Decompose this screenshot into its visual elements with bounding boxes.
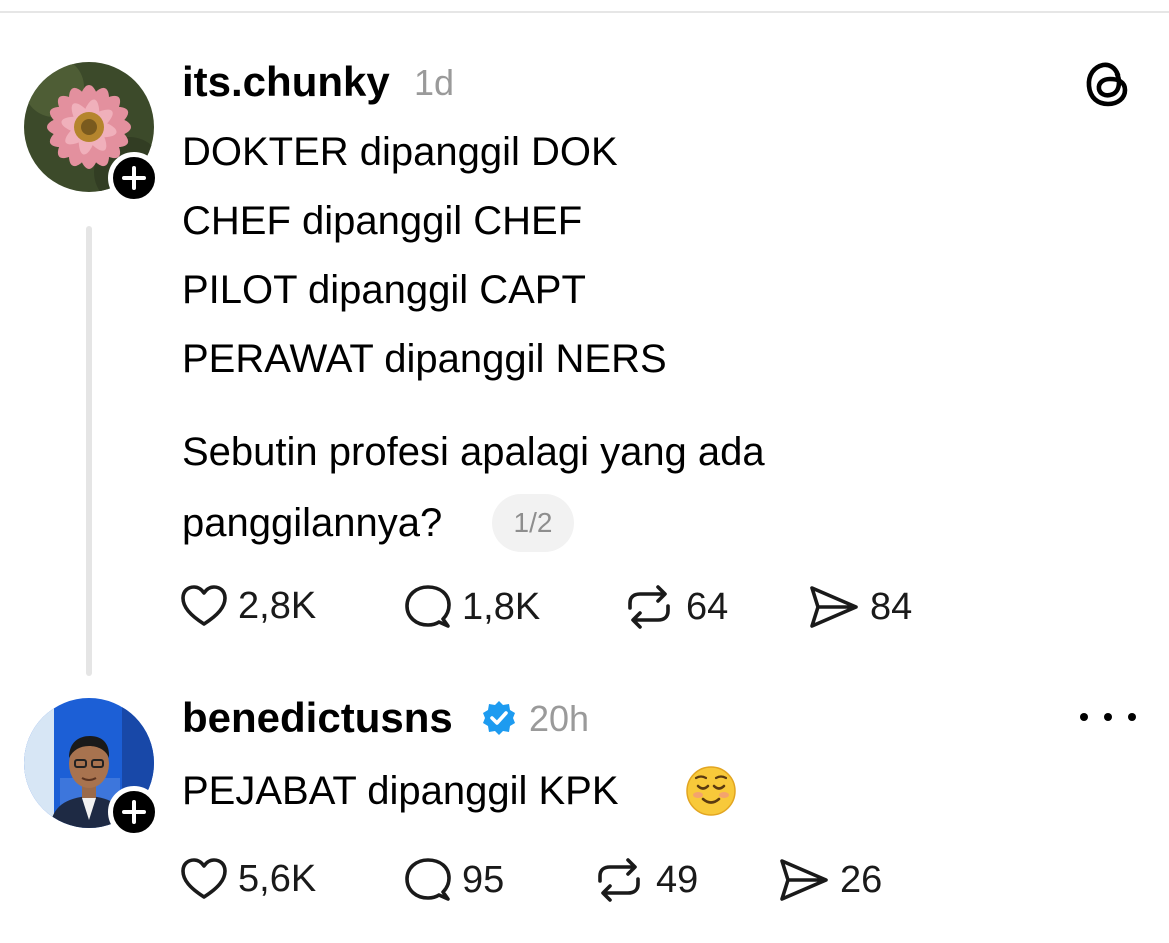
more-dot bbox=[1080, 713, 1088, 721]
verified-badge-icon bbox=[483, 701, 515, 735]
follow-reply-author-button[interactable] bbox=[108, 786, 160, 838]
threads-logo-icon[interactable] bbox=[1082, 58, 1132, 110]
comment-icon bbox=[405, 858, 451, 901]
reply-reply-count: 95 bbox=[462, 859, 505, 901]
send-icon bbox=[810, 586, 858, 628]
page-indicator[interactable]: 1/2 bbox=[492, 494, 574, 552]
reply-like-count: 5,6K bbox=[238, 858, 317, 900]
post-reply-button[interactable]: 1,8K bbox=[404, 584, 540, 630]
plus-icon bbox=[122, 800, 146, 824]
post-text-line-3: PILOT dipanggil CAPT bbox=[182, 268, 586, 312]
post-like-button[interactable]: 2,8K bbox=[180, 584, 316, 628]
reply-share-count: 26 bbox=[840, 859, 883, 901]
post-share-button[interactable]: 84 bbox=[808, 584, 912, 630]
reply-repost-count: 49 bbox=[656, 859, 699, 901]
more-dot bbox=[1128, 713, 1136, 721]
top-divider bbox=[0, 11, 1169, 13]
reply-more-options-button[interactable] bbox=[1080, 702, 1136, 732]
smiling-face-emoji bbox=[686, 766, 736, 816]
reply-like-button[interactable]: 5,6K bbox=[180, 857, 316, 901]
thread-connector-line bbox=[86, 226, 92, 676]
reply-reply-button[interactable]: 95 bbox=[404, 857, 504, 903]
post-repost-button[interactable]: 64 bbox=[622, 584, 728, 630]
post-reply-count: 1,8K bbox=[462, 586, 541, 628]
post-text-line-5: Sebutin profesi apalagi yang ada bbox=[182, 430, 765, 474]
post-repost-count: 64 bbox=[686, 586, 729, 628]
reply-repost-button[interactable]: 49 bbox=[592, 857, 698, 903]
more-dot bbox=[1104, 713, 1112, 721]
reply-timestamp: 20h bbox=[529, 698, 590, 739]
follow-author-button[interactable] bbox=[108, 152, 160, 204]
reply-share-button[interactable]: 26 bbox=[778, 857, 882, 903]
post-username[interactable]: its.chunky bbox=[182, 61, 390, 103]
reply-text: PEJABAT dipanggil KPK bbox=[182, 769, 619, 813]
send-icon bbox=[780, 859, 828, 901]
post-like-count: 2,8K bbox=[238, 585, 317, 627]
repost-icon bbox=[628, 585, 670, 629]
reply-username[interactable]: benedictusns bbox=[182, 697, 453, 739]
plus-icon bbox=[122, 166, 146, 190]
post-text-line-1: DOKTER dipanggil DOK bbox=[182, 130, 618, 174]
post-timestamp: 1d bbox=[414, 62, 455, 103]
post-share-count: 84 bbox=[870, 586, 913, 628]
post-text-line-2: CHEF dipanggil CHEF bbox=[182, 199, 583, 243]
heart-icon bbox=[181, 585, 227, 626]
repost-icon bbox=[598, 858, 640, 902]
post-text-line-6: panggilannya? bbox=[182, 501, 443, 545]
heart-icon bbox=[181, 858, 227, 899]
post-text-line-4: PERAWAT dipanggil NERS bbox=[182, 337, 667, 381]
comment-icon bbox=[405, 585, 451, 628]
